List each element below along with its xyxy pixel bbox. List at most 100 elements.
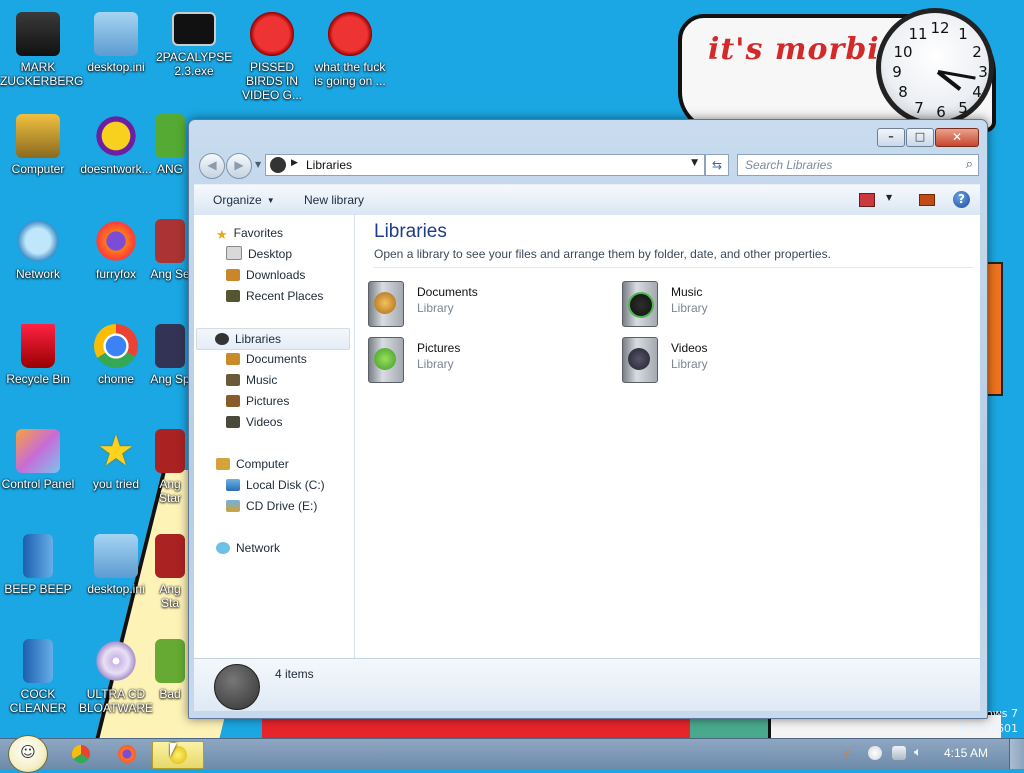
play-icon [628,292,654,318]
library-name: Music [671,285,703,299]
preview-pane-icon[interactable] [919,194,935,206]
help-icon[interactable]: ? [953,191,970,208]
address-dropdown-icon[interactable]: ▼ [691,158,698,168]
game-icon [155,219,185,263]
start-smiley-icon: ☺ [20,743,36,761]
nav-pictures[interactable]: Pictures [226,391,289,411]
desktop-icon-doesntwork[interactable]: doesntwork... [78,114,154,176]
nav-documents[interactable]: Documents [226,349,307,369]
desktop-icon-desktop-ini[interactable]: desktop.ini [78,12,154,74]
start-button[interactable]: ☺ [8,735,48,773]
desktop-icon-label: 2PACALYPSE 2.3.exe [156,50,233,78]
new-library-button[interactable]: New library [304,193,364,207]
volume-icon[interactable]: 🔈︎ [914,746,928,760]
star-icon: ★ [216,227,228,242]
refresh-button[interactable]: ⇆ [705,154,729,176]
close-button[interactable]: ✕ [935,128,979,147]
nav-recent-places[interactable]: Recent Places [226,286,323,306]
organize-label: Organize [213,193,262,207]
nav-music[interactable]: Music [226,370,277,390]
desktop-icon-ang[interactable]: ANG [150,114,190,176]
back-button[interactable]: ◀ [199,153,225,179]
organize-button[interactable]: Organize ▼ [213,193,275,207]
taskbar-explorer[interactable] [152,741,204,769]
nav-network[interactable]: Network [216,538,280,558]
show-desktop-button[interactable] [1009,739,1024,769]
breadcrumb-arrow-icon[interactable]: ▶ [291,158,298,168]
clock-number: 2 [972,43,982,61]
speech-text: it's morbin [708,32,903,67]
documents-library-icon [368,281,404,327]
desktop-icon-what-is-going-on[interactable]: what the fuck is going on ... [312,12,388,88]
computer-icon [216,458,230,470]
taskbar-firefox[interactable] [102,741,152,767]
taskbar: ☺ ⌕ 🔈︎ 4:15 AM [0,735,1024,773]
clock-time[interactable]: 4:15 AM [944,746,988,760]
desktop-icon-cock-cleaner[interactable]: COCK CLEANER [0,639,76,715]
chevron-down-icon: ▼ [266,196,275,205]
nav-label: Desktop [248,247,293,261]
desktop-icon-label: Ang Sp [150,372,190,386]
desktop-icon-control-panel[interactable]: Control Panel [0,429,76,491]
change-view-icon[interactable] [859,193,875,207]
cd-drive-icon [226,500,240,512]
clock-number: 10 [893,43,913,61]
forward-button[interactable]: ▶ [226,153,252,179]
desktop-icon-ang-sta[interactable]: Ang Sta [150,534,190,610]
breadcrumb-libraries[interactable]: Libraries [306,158,352,172]
desktop-icon-label: MARK ZUCKERBERG [0,60,84,88]
desktop-icon-mark-zuckerberg[interactable]: MARK ZUCKERBERG [0,12,84,88]
desktop-icon-ang-star[interactable]: Ang Star [150,429,190,505]
nav-cd-drive[interactable]: CD Drive (E:) [226,496,317,516]
desktop-icon-pissed-birds[interactable]: PISSED BIRDS IN VIDEO G... [234,12,310,102]
desktop-icon-ultra-cd-bloatware[interactable]: ULTRA CD BLOATWARE [78,639,154,715]
nav-favorites[interactable]: ★ Favorites [216,223,283,243]
desktop-icon-2pacalypse[interactable]: 2PACALYPSE 2.3.exe [156,12,232,78]
desktop-icon-you-tried[interactable]: ★ you tried [78,429,154,492]
desktop-icon-beep-beep[interactable]: BEEP BEEP [0,534,76,596]
desktop-icon-network[interactable]: Network [0,219,76,281]
search-tray-icon[interactable]: ⌕ [844,746,858,760]
smiley-tray-icon[interactable] [868,746,882,760]
nav-local-disk[interactable]: Local Disk (C:) [226,475,325,495]
desktop-icon-computer[interactable]: Computer [0,114,76,176]
search-icon[interactable]: ⌕ [966,157,973,172]
desktop-icon-furryfox[interactable]: furryfox [78,219,154,281]
desktop-icon-desktop-ini-2[interactable]: desktop.ini [78,534,154,596]
desktop-icon-ang-sp[interactable]: Ang Sp [150,324,190,386]
navigation-pane[interactable]: ★ Favorites Desktop Downloads Recent Plac… [194,215,355,658]
desktop-icon-label: Recycle Bin [6,372,70,386]
desktop-icon-label: Ang Star [158,477,181,505]
desktop-icon-bad[interactable]: Bad [150,639,190,701]
library-documents[interactable]: Documents Library [364,281,594,331]
desktop-icon-ang-se[interactable]: Ang Se [150,219,190,281]
nav-label: Recent Places [246,289,324,303]
desktop-icon-label: you tried [92,477,140,491]
view-options-chevron-icon[interactable]: ▼ [886,193,892,202]
maximize-button[interactable]: □ [906,128,934,147]
desktop-icon-label: Control Panel [1,477,75,491]
library-pictures[interactable]: Pictures Library [364,337,594,387]
nav-computer[interactable]: Computer [216,454,289,474]
library-music[interactable]: Music Library [618,281,848,331]
minimize-button[interactable]: – [877,128,905,147]
nav-libraries[interactable]: Libraries [196,328,350,350]
nav-videos[interactable]: Videos [226,412,282,432]
desktop-icon-label: desktop.ini [87,582,145,596]
desktop-icon-recycle-bin[interactable]: Recycle Bin [0,324,76,386]
address-bar[interactable]: ▶ Libraries ▼ [265,154,705,176]
desktop-icon-chome[interactable]: chome [78,324,154,386]
documents-library-icon [226,353,240,365]
network-tray-icon[interactable] [892,746,906,760]
videos-library-icon [622,337,658,383]
taskbar-chrome[interactable] [56,741,106,767]
nav-desktop[interactable]: Desktop [226,244,292,264]
pictures-library-icon [368,337,404,383]
clock-number: 11 [908,25,928,43]
recent-places-icon [226,290,240,302]
clock-gadget[interactable]: 12 1 2 3 4 5 6 7 8 9 10 11 [876,8,994,126]
recent-pages-chevron-icon[interactable]: ▼ [255,160,261,169]
search-input[interactable]: Search Libraries ⌕ [737,154,979,176]
nav-downloads[interactable]: Downloads [226,265,305,285]
library-videos[interactable]: Videos Library [618,337,848,387]
